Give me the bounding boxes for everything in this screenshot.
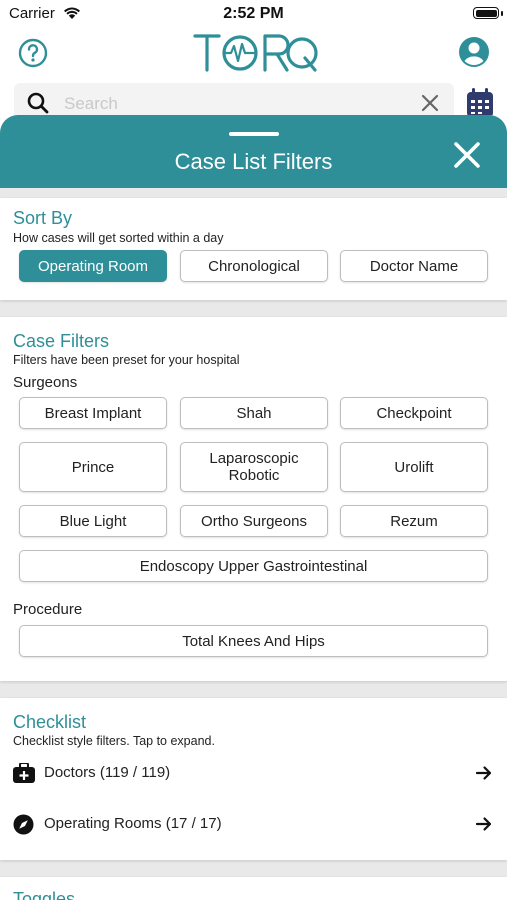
surgeon-filter-button[interactable]: Ortho Surgeons bbox=[180, 505, 328, 537]
arrow-right-icon[interactable] bbox=[475, 764, 493, 782]
surgeon-filter-button[interactable]: Breast Implant bbox=[19, 397, 167, 429]
sort-by-subtitle: How cases will get sorted within a day bbox=[13, 231, 224, 245]
torq-logo bbox=[193, 34, 318, 72]
profile-avatar-icon[interactable] bbox=[458, 36, 490, 68]
surgeon-filter-button[interactable]: Urolift bbox=[340, 442, 488, 492]
surgeon-filter-button[interactable]: Shah bbox=[180, 397, 328, 429]
arrow-right-icon[interactable] bbox=[475, 815, 493, 833]
surgeon-filter-button[interactable]: Prince bbox=[19, 442, 167, 492]
sort-option-chronological[interactable]: Chronological bbox=[180, 250, 328, 282]
sheet-grabber[interactable] bbox=[229, 132, 279, 136]
help-icon[interactable] bbox=[18, 38, 48, 68]
calendar-icon[interactable] bbox=[466, 88, 494, 118]
compass-icon bbox=[13, 814, 34, 835]
surgeon-filter-button[interactable]: Rezum bbox=[340, 505, 488, 537]
surgeon-filter-button[interactable]: Laparoscopic Robotic bbox=[180, 442, 328, 492]
sheet-header: Case List Filters bbox=[0, 115, 507, 188]
sort-option-operating-room[interactable]: Operating Room bbox=[19, 250, 167, 282]
checklist-item-label: Operating Rooms (17 / 17) bbox=[44, 815, 222, 832]
surgeon-filter-button[interactable]: Checkpoint bbox=[340, 397, 488, 429]
toggles-section: Toggles bbox=[0, 877, 507, 900]
status-bar: Carrier 2:52 PM bbox=[0, 0, 507, 28]
sort-option-doctor-name[interactable]: Doctor Name bbox=[340, 250, 488, 282]
close-icon[interactable] bbox=[452, 140, 482, 170]
sheet-title: Case List Filters bbox=[174, 149, 333, 174]
filters-sheet: Case List Filters Sort By How cases will… bbox=[0, 115, 507, 900]
checklist-section: Checklist Checklist style filters. Tap t… bbox=[0, 698, 507, 860]
checklist-subtitle: Checklist style filters. Tap to expand. bbox=[13, 734, 215, 748]
surgeon-filter-button[interactable]: Endoscopy Upper Gastrointestinal bbox=[19, 550, 488, 582]
case-filters-section: Case Filters Filters have been preset fo… bbox=[0, 317, 507, 681]
search-input[interactable] bbox=[62, 91, 416, 117]
checklist-title: Checklist bbox=[13, 712, 87, 732]
case-filters-subtitle: Filters have been preset for your hospit… bbox=[13, 353, 240, 367]
surgeons-label: Surgeons bbox=[13, 374, 78, 391]
surgeon-filter-button[interactable]: Blue Light bbox=[19, 505, 167, 537]
checklist-item-operating-rooms[interactable]: Operating Rooms (17 / 17) bbox=[13, 810, 493, 840]
clear-search-icon[interactable] bbox=[420, 93, 440, 113]
case-filters-title: Case Filters bbox=[13, 331, 110, 351]
toggles-title: Toggles bbox=[13, 889, 76, 900]
checklist-item-doctors[interactable]: Doctors (119 / 119) bbox=[13, 759, 493, 789]
medical-bag-icon bbox=[13, 763, 35, 783]
procedure-filter-button[interactable]: Total Knees And Hips bbox=[19, 625, 488, 657]
sort-by-section: Sort By How cases will get sorted within… bbox=[0, 198, 507, 300]
app-header bbox=[0, 28, 507, 78]
checklist-item-label: Doctors (119 / 119) bbox=[44, 764, 171, 781]
battery-icon bbox=[473, 7, 499, 19]
procedure-label: Procedure bbox=[13, 601, 83, 618]
clock: 2:52 PM bbox=[223, 5, 284, 22]
search-icon bbox=[27, 92, 49, 114]
sort-by-title: Sort By bbox=[13, 208, 73, 228]
